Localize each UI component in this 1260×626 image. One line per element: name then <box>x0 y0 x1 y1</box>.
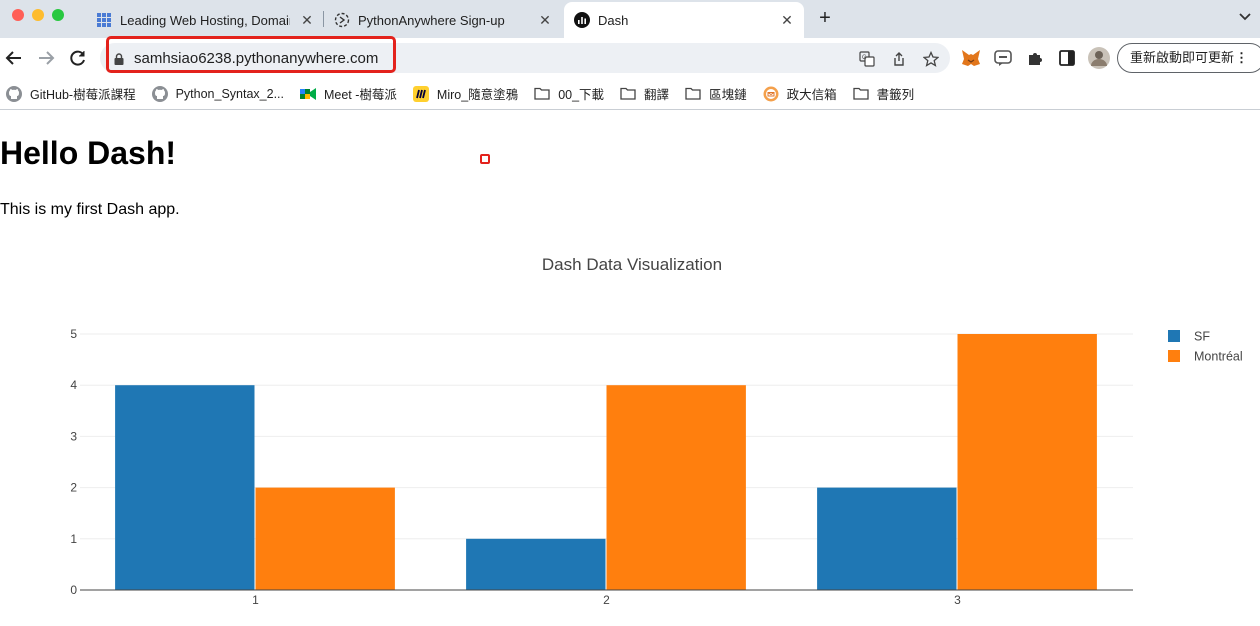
metamask-fox-icon[interactable] <box>960 47 982 69</box>
bar-sf-1[interactable] <box>115 385 255 590</box>
x-tick-label: 3 <box>954 593 961 607</box>
chart-bars <box>115 334 1097 590</box>
bookmark-label: Miro_隨意塗鴉 <box>436 88 519 102</box>
bookmark-label: 翻譯 <box>644 88 670 102</box>
folder-icon <box>620 86 636 102</box>
chart-legend[interactable]: SF Montréal <box>1168 330 1243 364</box>
miro-icon <box>412 85 429 102</box>
bookmark-star-icon[interactable] <box>922 50 940 68</box>
dash-icon <box>574 12 590 28</box>
arrow-right-icon <box>39 51 55 65</box>
forward-button[interactable] <box>34 46 58 70</box>
bookmark-label: Meet -樹莓派 <box>323 88 397 102</box>
bookmark-python-syntax[interactable]: Python_Syntax_2... <box>151 85 284 102</box>
update-button-label: 重新啟動即可更新 <box>1130 50 1235 65</box>
y-tick-label: 2 <box>70 481 77 495</box>
bookmark-label: Python_Syntax_2... <box>175 86 284 101</box>
tab-strip: Leading Web Hosting, Domain ✕ PythonAnyw… <box>0 0 1260 38</box>
bookmark-meet[interactable]: Meet -樹莓派 <box>299 84 397 103</box>
bookmark-github-raspberry-course[interactable]: GitHub-樹莓派課程 <box>6 84 136 103</box>
bookmark-nccu-mail[interactable]: 政大信箱 <box>763 84 837 103</box>
bookmark-label: 政大信箱 <box>786 88 837 102</box>
url-highlight-annotation <box>106 36 396 73</box>
tab-title: PythonAnywhere Sign-up <box>358 12 505 28</box>
maximize-window-button[interactable] <box>52 9 64 21</box>
y-tick-label: 3 <box>70 429 77 443</box>
close-window-button[interactable] <box>12 9 24 21</box>
y-tick-label: 4 <box>70 378 77 392</box>
share-icon[interactable] <box>890 50 908 68</box>
tab-title: Dash <box>598 12 629 28</box>
more-vert-icon[interactable]: ⋮ <box>1235 44 1248 72</box>
folder-icon <box>852 86 869 102</box>
reload-button[interactable] <box>66 46 90 70</box>
bookmarks-bar: GitHub-樹莓派課程 Python_Syntax_2... Meet -樹莓… <box>0 78 1260 110</box>
folder-icon <box>534 86 550 102</box>
tab-leading-web-hosting[interactable]: Leading Web Hosting, Domain ✕ <box>86 4 324 36</box>
x-tick-label: 2 <box>603 593 610 607</box>
translate-icon[interactable]: G <box>858 50 876 68</box>
bookmark-label: 00_下載 <box>558 88 605 102</box>
relaunch-to-update-button[interactable]: 重新啟動即可更新 ⋮ <box>1117 43 1260 73</box>
legend-label: Montréal <box>1194 350 1243 364</box>
close-icon[interactable]: ✕ <box>778 11 796 29</box>
pythonanywhere-icon <box>334 12 350 28</box>
github-icon <box>6 85 22 102</box>
legend-swatch <box>1168 330 1180 342</box>
reload-icon <box>70 50 85 66</box>
x-tick-label: 1 <box>252 593 259 607</box>
bar-montral-2[interactable] <box>606 385 746 590</box>
bar-sf-3[interactable] <box>817 487 957 590</box>
bookmark-label: GitHub-樹莓派課程 <box>30 88 136 102</box>
page-paragraph: This is my first Dash app. <box>0 201 180 218</box>
folder-icon <box>685 86 701 102</box>
mail-icon <box>763 86 779 102</box>
legend-item-sf[interactable]: SF <box>1168 330 1210 344</box>
minimize-window-button[interactable] <box>32 9 44 21</box>
bookmark-folder-downloads[interactable]: 00_下載 <box>534 84 604 103</box>
cursor-highlight-annotation <box>480 154 490 164</box>
bookmark-folder-blockchain[interactable]: 區塊鏈 <box>685 84 747 103</box>
bar-montral-1[interactable] <box>255 487 395 590</box>
grid-icon <box>96 12 112 28</box>
tab-title: Leading Web Hosting, Domain <box>120 12 290 28</box>
new-tab-button[interactable]: + <box>814 8 836 30</box>
legend-swatch <box>1168 350 1180 362</box>
bar-chart[interactable]: Dash Data Visualization 0 1 2 3 4 5 1 2 3 SF Mont… <box>0 241 1260 626</box>
legend-item-montral[interactable]: Montréal <box>1168 350 1243 364</box>
profile-avatar[interactable] <box>1088 47 1110 69</box>
bar-montral-3[interactable] <box>957 334 1097 590</box>
close-icon[interactable]: ✕ <box>298 11 316 29</box>
bookmark-label: 書籤列 <box>876 88 915 102</box>
svg-text:G: G <box>862 55 867 61</box>
chat-bubble-icon[interactable] <box>992 47 1014 69</box>
tab-dash[interactable]: Dash ✕ <box>564 2 804 38</box>
page-content: Hello Dash! This is my first Dash app. D… <box>0 111 1260 626</box>
github-icon <box>151 85 168 102</box>
y-tick-label: 0 <box>70 583 77 597</box>
close-icon[interactable]: ✕ <box>536 11 554 29</box>
puzzle-extensions-icon[interactable] <box>1024 47 1046 69</box>
tab-pythonanywhere-signup[interactable]: PythonAnywhere Sign-up ✕ <box>324 4 562 36</box>
side-panel-icon[interactable] <box>1056 47 1078 69</box>
meet-icon <box>299 86 316 102</box>
tab-search-chevron-down-icon[interactable] <box>1238 9 1256 27</box>
bookmark-folder-translate[interactable]: 翻譯 <box>620 84 669 103</box>
bar-sf-2[interactable] <box>466 538 606 590</box>
y-tick-label: 5 <box>70 327 77 341</box>
chart-title: Dash Data Visualization <box>542 255 722 274</box>
back-button[interactable] <box>2 46 26 70</box>
bookmark-miro[interactable]: Miro_隨意塗鴉 <box>412 84 519 103</box>
page-heading: Hello Dash! <box>0 135 177 171</box>
bookmark-folder-bookmarks-bar[interactable]: 書籤列 <box>852 84 915 103</box>
bookmark-label: 區塊鏈 <box>709 88 747 102</box>
legend-label: SF <box>1194 330 1210 344</box>
y-tick-label: 1 <box>70 532 77 546</box>
arrow-left-icon <box>5 51 21 65</box>
